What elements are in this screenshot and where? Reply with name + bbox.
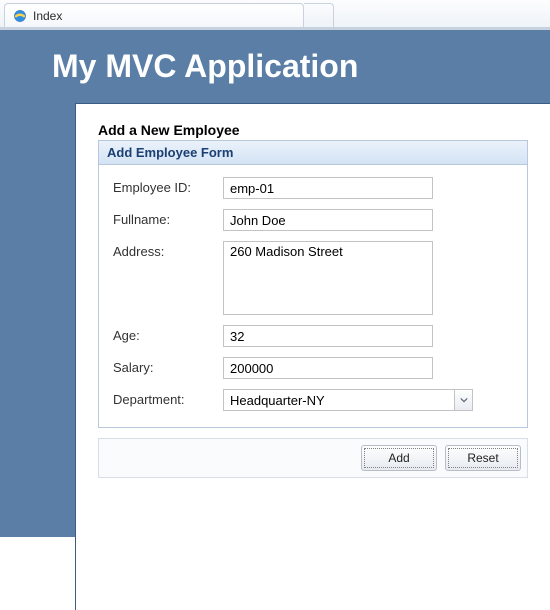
row-address: Address:	[113, 241, 513, 315]
browser-tab-active[interactable]: Index	[4, 3, 304, 27]
row-employee-id: Employee ID:	[113, 177, 513, 199]
ie-logo-icon	[13, 9, 27, 23]
input-address[interactable]	[223, 241, 433, 315]
input-salary[interactable]	[223, 357, 433, 379]
input-age[interactable]	[223, 325, 433, 347]
reset-button[interactable]: Reset	[445, 445, 521, 471]
row-salary: Salary:	[113, 357, 513, 379]
app-title: My MVC Application	[0, 30, 550, 103]
label-salary: Salary:	[113, 357, 223, 375]
button-bar: Add Reset	[98, 438, 528, 478]
label-fullname: Fullname:	[113, 209, 223, 227]
label-department: Department:	[113, 389, 223, 407]
label-address: Address:	[113, 241, 223, 259]
label-age: Age:	[113, 325, 223, 343]
row-fullname: Fullname:	[113, 209, 513, 231]
page-heading: Add a New Employee	[98, 122, 528, 138]
row-department: Department: Headquarter-NY	[113, 389, 513, 411]
select-department-value: Headquarter-NY	[224, 393, 454, 408]
add-button[interactable]: Add	[361, 445, 437, 471]
panel-title: Add Employee Form	[99, 141, 527, 165]
content-card: Add a New Employee Add Employee Form Emp…	[75, 103, 550, 610]
row-age: Age:	[113, 325, 513, 347]
input-fullname[interactable]	[223, 209, 433, 231]
chevron-down-icon	[454, 390, 472, 410]
app-body: My MVC Application Add a New Employee Ad…	[0, 29, 550, 537]
browser-chrome: Index	[0, 0, 550, 29]
select-department[interactable]: Headquarter-NY	[223, 389, 473, 411]
employee-form-panel: Add Employee Form Employee ID: Fullname:…	[98, 140, 528, 428]
tab-strip: Index	[0, 0, 550, 28]
label-employee-id: Employee ID:	[113, 177, 223, 195]
browser-tab-title: Index	[33, 9, 62, 23]
input-employee-id[interactable]	[223, 177, 433, 199]
new-tab-button[interactable]	[304, 3, 334, 27]
panel-body: Employee ID: Fullname: Address: Age: Sal	[99, 165, 527, 427]
